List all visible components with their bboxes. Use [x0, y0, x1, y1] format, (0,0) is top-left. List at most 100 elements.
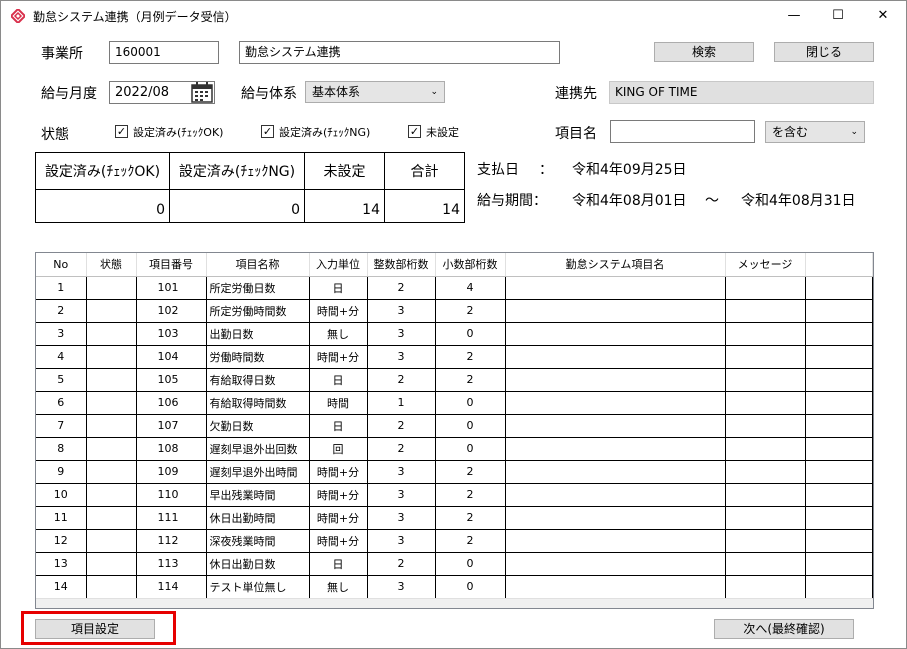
- column-header[interactable]: 小数部桁数: [435, 253, 506, 277]
- next-button[interactable]: 次へ(最終確認): [714, 619, 854, 639]
- table-cell[interactable]: 休日出勤日数: [206, 552, 310, 576]
- table-cell[interactable]: 日: [309, 368, 368, 392]
- table-cell[interactable]: 2: [367, 368, 436, 392]
- table-cell[interactable]: [86, 460, 137, 484]
- table-cell[interactable]: 107: [136, 414, 207, 438]
- match-mode-select[interactable]: を含む ⌄: [765, 121, 865, 143]
- table-cell[interactable]: [86, 552, 137, 576]
- table-cell[interactable]: 110: [136, 483, 207, 507]
- table-cell[interactable]: [505, 552, 726, 576]
- table-cell[interactable]: [725, 529, 806, 553]
- table-row[interactable]: 13 113 休日出勤日数日 2 0: [36, 552, 873, 576]
- table-cell[interactable]: [505, 299, 726, 323]
- table-cell[interactable]: 108: [136, 437, 207, 461]
- column-header[interactable]: No: [36, 253, 87, 277]
- table-cell[interactable]: 9: [36, 460, 87, 484]
- table-cell[interactable]: [86, 575, 137, 599]
- table-row[interactable]: 7 107 欠勤日数日 2 0: [36, 414, 873, 438]
- table-cell[interactable]: 2: [435, 460, 506, 484]
- table-row[interactable]: 9 109 遅刻早退外出時間 時間+分 3 2: [36, 460, 873, 484]
- minimize-button[interactable]: —: [772, 1, 816, 31]
- table-cell[interactable]: [725, 276, 806, 300]
- table-cell[interactable]: 13: [36, 552, 87, 576]
- table-cell[interactable]: [725, 368, 806, 392]
- table-cell[interactable]: 2: [36, 299, 87, 323]
- table-cell[interactable]: 14: [36, 575, 87, 599]
- table-cell[interactable]: [725, 460, 806, 484]
- table-cell[interactable]: [86, 529, 137, 553]
- table-cell[interactable]: [86, 483, 137, 507]
- table-row[interactable]: 5 105 有給取得日数日 2 2: [36, 368, 873, 392]
- table-cell[interactable]: 2: [435, 299, 506, 323]
- table-cell[interactable]: 0: [435, 414, 506, 438]
- table-cell[interactable]: 0: [435, 437, 506, 461]
- table-cell[interactable]: 回: [309, 437, 368, 461]
- table-cell[interactable]: [725, 414, 806, 438]
- table-cell[interactable]: 遅刻早退外出時間: [206, 460, 310, 484]
- table-cell[interactable]: 0: [435, 552, 506, 576]
- table-cell[interactable]: 所定労働日数: [206, 276, 310, 300]
- maximize-button[interactable]: ☐: [816, 1, 860, 31]
- table-cell[interactable]: 12: [36, 529, 87, 553]
- table-cell[interactable]: 2: [435, 483, 506, 507]
- table-cell[interactable]: [505, 575, 726, 599]
- column-header[interactable]: 項目番号: [136, 253, 207, 277]
- table-cell[interactable]: 深夜残業時間: [206, 529, 310, 553]
- table-cell[interactable]: 102: [136, 299, 207, 323]
- table-row[interactable]: 4 104 労働時間数 時間+分 3 2: [36, 345, 873, 369]
- table-cell[interactable]: [86, 276, 137, 300]
- table-cell[interactable]: [505, 506, 726, 530]
- table-cell[interactable]: [86, 345, 137, 369]
- item-name-field[interactable]: [610, 120, 755, 143]
- table-cell[interactable]: 11: [36, 506, 87, 530]
- table-cell[interactable]: 114: [136, 575, 207, 599]
- table-cell[interactable]: 105: [136, 368, 207, 392]
- table-cell[interactable]: 時間+分: [309, 529, 368, 553]
- table-cell[interactable]: [86, 414, 137, 438]
- table-cell[interactable]: 3: [367, 345, 436, 369]
- check-ng-checkbox[interactable]: ✓: [261, 125, 274, 138]
- table-cell[interactable]: 0: [435, 391, 506, 415]
- table-cell[interactable]: [725, 575, 806, 599]
- table-row[interactable]: 8 108 遅刻早退外出回数回 2 0: [36, 437, 873, 461]
- horizontal-scrollbar[interactable]: [36, 598, 873, 608]
- table-cell[interactable]: 日: [309, 414, 368, 438]
- table-cell[interactable]: 2: [435, 345, 506, 369]
- table-cell[interactable]: [505, 391, 726, 415]
- table-cell[interactable]: 労働時間数: [206, 345, 310, 369]
- table-cell[interactable]: [86, 368, 137, 392]
- table-row[interactable]: 14 114 テスト単位無し 無し 3 0: [36, 575, 873, 599]
- table-cell[interactable]: [505, 483, 726, 507]
- table-cell[interactable]: 日: [309, 276, 368, 300]
- table-cell[interactable]: [725, 437, 806, 461]
- column-header[interactable]: 項目名称: [206, 253, 310, 277]
- table-cell[interactable]: 7: [36, 414, 87, 438]
- calendar-icon[interactable]: [191, 82, 213, 103]
- table-cell[interactable]: [725, 483, 806, 507]
- unset-checkbox[interactable]: ✓: [408, 125, 421, 138]
- table-cell[interactable]: 欠勤日数: [206, 414, 310, 438]
- table-cell[interactable]: 4: [435, 276, 506, 300]
- table-cell[interactable]: 有給取得時間数: [206, 391, 310, 415]
- table-cell[interactable]: [86, 391, 137, 415]
- table-cell[interactable]: 出勤日数: [206, 322, 310, 346]
- office-name-field[interactable]: 勤怠システム連携: [239, 41, 560, 64]
- table-cell[interactable]: [86, 437, 137, 461]
- table-cell[interactable]: [505, 322, 726, 346]
- table-cell[interactable]: 3: [367, 460, 436, 484]
- table-cell[interactable]: 2: [367, 437, 436, 461]
- table-cell[interactable]: 所定労働時間数: [206, 299, 310, 323]
- table-cell[interactable]: 2: [367, 414, 436, 438]
- table-cell[interactable]: 2: [367, 552, 436, 576]
- table-cell[interactable]: 2: [367, 276, 436, 300]
- table-cell[interactable]: [725, 391, 806, 415]
- column-header[interactable]: 入力単位: [309, 253, 368, 277]
- table-cell[interactable]: 112: [136, 529, 207, 553]
- table-cell[interactable]: 4: [36, 345, 87, 369]
- table-cell[interactable]: 時間+分: [309, 460, 368, 484]
- table-row[interactable]: 11 111 休日出勤時間 時間+分 3 2: [36, 506, 873, 530]
- table-row[interactable]: 3 103 出勤日数 無し 3 0: [36, 322, 873, 346]
- office-code-field[interactable]: 160001: [109, 41, 219, 64]
- table-cell[interactable]: [725, 322, 806, 346]
- close-button[interactable]: 閉じる: [774, 42, 874, 62]
